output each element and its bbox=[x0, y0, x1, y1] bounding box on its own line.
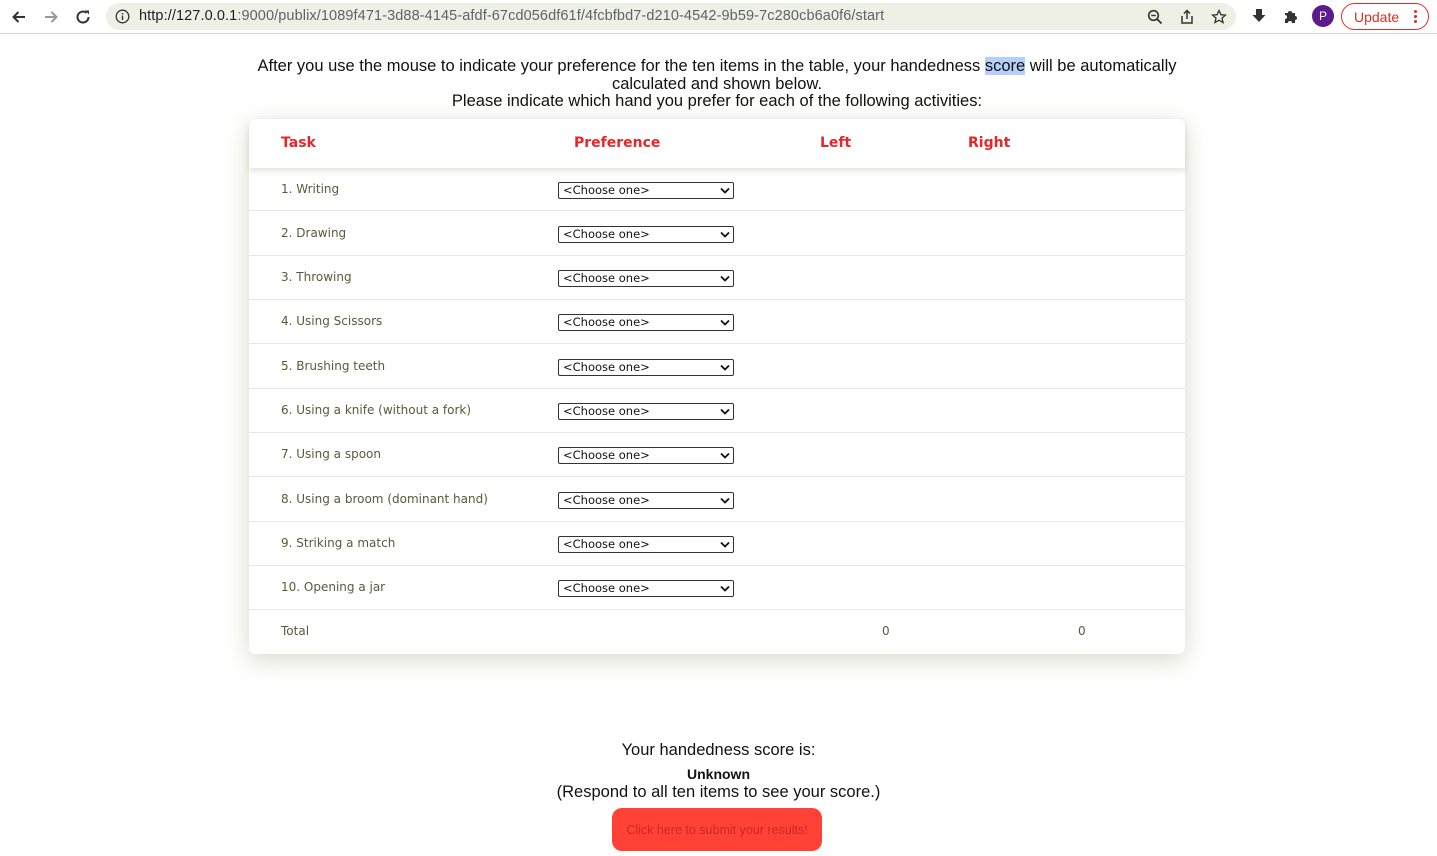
total-right: 0 bbox=[1078, 624, 1086, 638]
preference-select-value: <Choose one> bbox=[563, 404, 650, 418]
table-row: 3. Throwing <Choose one> bbox=[249, 256, 1185, 300]
table-row: 4. Using Scissors <Choose one> bbox=[249, 300, 1185, 344]
instructions-line1: After you use the mouse to indicate your… bbox=[257, 57, 1177, 93]
table-row: 8. Using a broom (dominant hand) <Choose … bbox=[249, 477, 1185, 522]
profile-avatar[interactable]: P bbox=[1312, 5, 1334, 27]
preference-select-value: <Choose one> bbox=[563, 448, 650, 462]
chevron-down-icon bbox=[720, 585, 730, 592]
preference-select-value: <Choose one> bbox=[563, 271, 650, 285]
instructions-line2: Please indicate which hand you prefer fo… bbox=[451, 92, 983, 110]
download-icon[interactable] bbox=[1250, 7, 1268, 25]
preference-select[interactable]: <Choose one> bbox=[558, 536, 734, 553]
header-preference: Preference bbox=[574, 135, 661, 151]
url-host: http://127.0.0.1 bbox=[139, 8, 238, 24]
table-row: 9. Striking a match <Choose one> bbox=[249, 522, 1185, 566]
table-header: Task Preference Left Right bbox=[249, 119, 1185, 168]
table-row: 7. Using a spoon <Choose one> bbox=[249, 433, 1185, 477]
table-row: 2. Drawing <Choose one> bbox=[249, 211, 1185, 256]
total-label: Total bbox=[281, 624, 310, 638]
update-button[interactable]: Update bbox=[1341, 3, 1429, 30]
url-text[interactable]: http://127.0.0.1:9000/publix/1089f471-3d… bbox=[139, 8, 884, 24]
chevron-down-icon bbox=[720, 231, 730, 238]
update-label: Update bbox=[1354, 8, 1400, 25]
bookmark-star-icon[interactable] bbox=[1211, 9, 1227, 25]
task-label: 7. Using a spoon bbox=[281, 447, 381, 461]
highlighted-word: score bbox=[984, 57, 1026, 75]
task-label: 9. Striking a match bbox=[281, 536, 396, 550]
preference-select[interactable]: <Choose one> bbox=[558, 270, 734, 287]
preference-select-value: <Choose one> bbox=[563, 492, 650, 507]
back-button[interactable] bbox=[6, 4, 32, 30]
address-bar[interactable]: http://127.0.0.1:9000/publix/1089f471-3d… bbox=[106, 3, 1236, 30]
chevron-down-icon bbox=[720, 187, 730, 194]
share-icon[interactable] bbox=[1179, 9, 1195, 25]
arrow-left-icon bbox=[12, 11, 25, 23]
reload-button[interactable] bbox=[70, 4, 96, 30]
url-path: :9000/publix/1089f471-3d88-4145-afdf-67c… bbox=[237, 8, 885, 24]
task-label: 3. Throwing bbox=[281, 270, 352, 284]
table-row: 6. Using a knife (without a fork) <Choose… bbox=[249, 389, 1185, 433]
preference-select-value: <Choose one> bbox=[563, 226, 650, 241]
task-label: 1. Writing bbox=[281, 181, 340, 196]
chevron-down-icon bbox=[720, 408, 730, 415]
reload-icon bbox=[76, 10, 90, 24]
browser-toolbar: http://127.0.0.1:9000/publix/1089f471-3d… bbox=[0, 0, 1437, 34]
score-value: Unknown bbox=[687, 766, 750, 782]
preference-select[interactable]: <Choose one> bbox=[558, 403, 734, 420]
preference-select-value: <Choose one> bbox=[563, 359, 650, 374]
chevron-down-icon bbox=[720, 452, 730, 459]
preference-select-value: <Choose one> bbox=[563, 537, 650, 551]
submit-button[interactable]: Click here to submit your results! bbox=[612, 808, 822, 851]
preference-select[interactable]: <Choose one> bbox=[558, 225, 734, 243]
score-note: (Respond to all ten items to see your sc… bbox=[556, 783, 881, 801]
preference-select[interactable]: <Choose one> bbox=[558, 181, 734, 199]
preference-select[interactable]: <Choose one> bbox=[558, 314, 734, 331]
task-label: 2. Drawing bbox=[281, 225, 347, 240]
total-left: 0 bbox=[882, 624, 890, 638]
preference-select[interactable]: <Choose one> bbox=[558, 358, 734, 376]
preference-select-value: <Choose one> bbox=[563, 315, 650, 329]
table-row: 5. Brushing teeth <Choose one> bbox=[249, 344, 1185, 389]
table-row: 10. Opening a jar <Choose one> bbox=[249, 566, 1185, 610]
header-right: Right bbox=[968, 135, 1011, 151]
total-row: Total 0 0 bbox=[249, 610, 1185, 654]
task-label: 8. Using a broom (dominant hand) bbox=[281, 491, 488, 506]
header-task: Task bbox=[281, 135, 316, 151]
chevron-down-icon bbox=[720, 319, 730, 326]
task-label: 6. Using a knife (without a fork) bbox=[281, 403, 472, 417]
preference-select[interactable]: <Choose one> bbox=[558, 447, 734, 464]
preference-select-value: <Choose one> bbox=[563, 182, 650, 197]
zoom-icon[interactable] bbox=[1147, 9, 1163, 25]
handedness-table: Task Preference Left Right 1. Writing <Ch… bbox=[249, 119, 1185, 654]
header-left: Left bbox=[820, 135, 852, 151]
task-label: 4. Using Scissors bbox=[281, 314, 383, 328]
arrow-right-icon bbox=[45, 11, 58, 23]
forward-button[interactable] bbox=[38, 4, 64, 30]
instructions: After you use the mouse to indicate your… bbox=[250, 57, 1184, 111]
chevron-down-icon bbox=[720, 541, 730, 548]
chevron-down-icon bbox=[720, 497, 730, 504]
table-row: 1. Writing <Choose one> bbox=[249, 168, 1185, 211]
score-title: Your handedness score is: bbox=[621, 741, 816, 759]
more-menu-icon[interactable] bbox=[1414, 9, 1418, 25]
task-label: 10. Opening a jar bbox=[281, 580, 386, 594]
task-label: 5. Brushing teeth bbox=[281, 358, 386, 373]
chevron-down-icon bbox=[720, 275, 730, 282]
info-icon[interactable] bbox=[115, 9, 130, 24]
chevron-down-icon bbox=[720, 364, 730, 371]
preference-select[interactable]: <Choose one> bbox=[558, 491, 734, 509]
preference-select[interactable]: <Choose one> bbox=[558, 580, 734, 597]
extensions-puzzle-icon[interactable] bbox=[1282, 7, 1300, 25]
preference-select-value: <Choose one> bbox=[563, 581, 650, 595]
